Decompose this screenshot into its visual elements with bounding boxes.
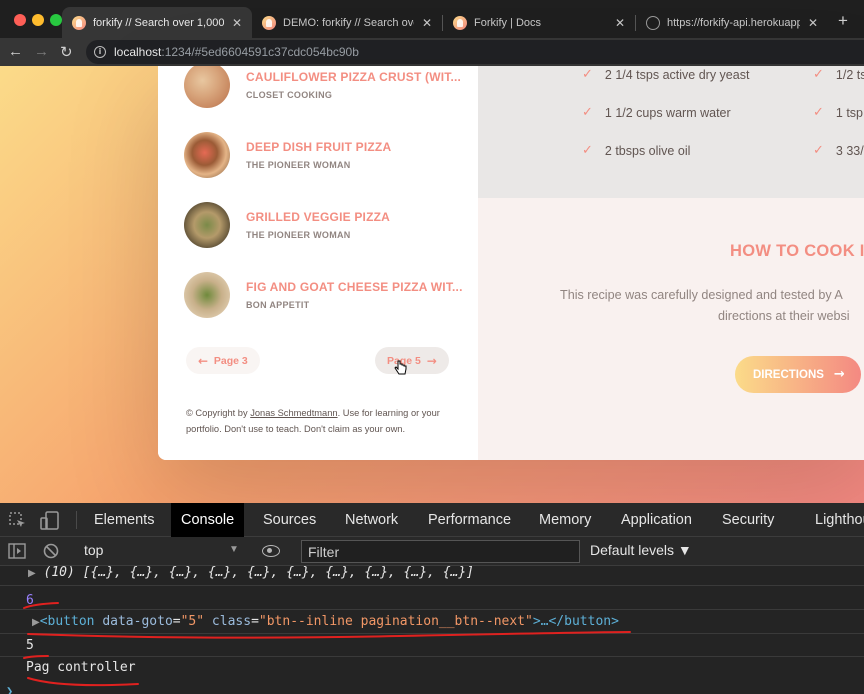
- red-annotation-marks: [23, 602, 631, 687]
- screen: forkify // Search over 1,000,000 ✕ DEMO:…: [0, 0, 864, 694]
